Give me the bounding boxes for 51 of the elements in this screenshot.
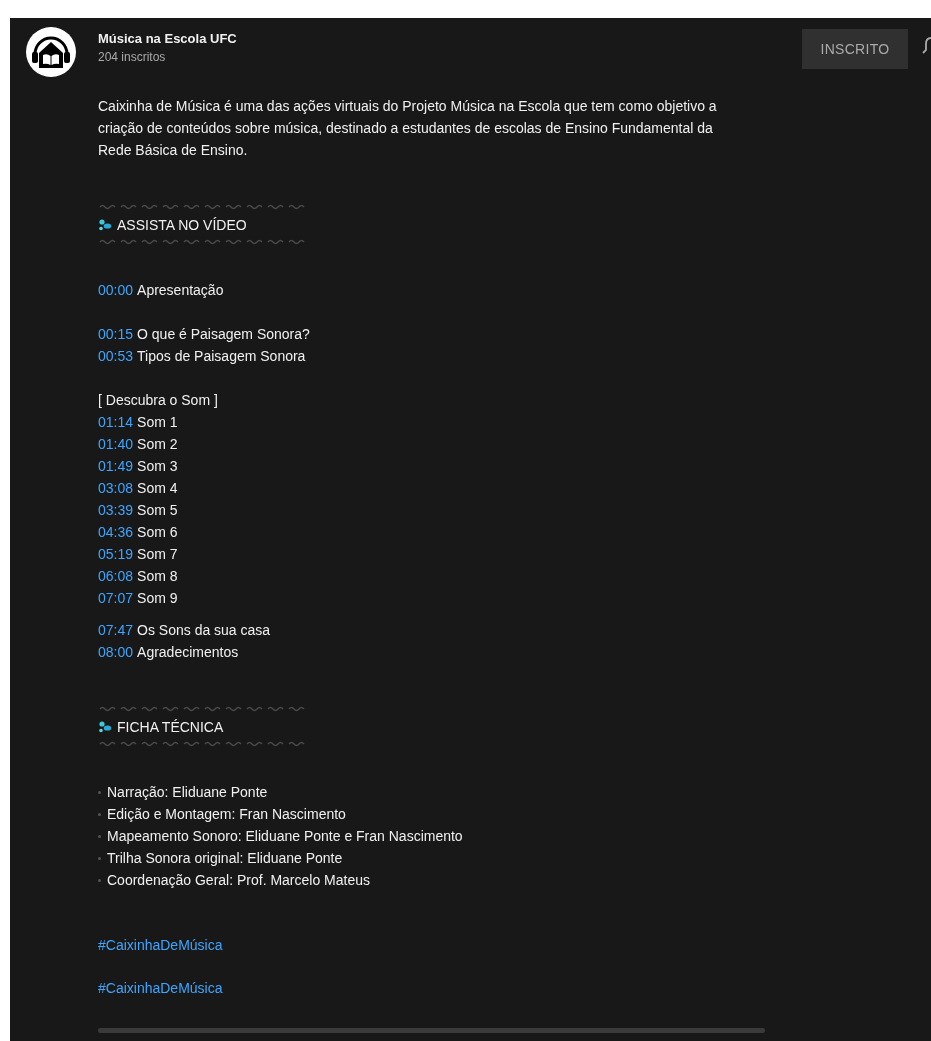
section-heading: FICHA TÉCNICA	[117, 717, 224, 737]
bullet-icon	[98, 834, 101, 838]
section-heading: ASSISTA NO VÍDEO	[117, 215, 247, 235]
chapter-title: Apresentação	[137, 281, 224, 300]
bullet-icon	[98, 878, 101, 882]
channel-avatar[interactable]	[25, 26, 77, 78]
credit-line: Mapeamento Sonoro: Eliduane Ponte e Fran Nascimento	[107, 827, 463, 846]
bullet-icon	[98, 790, 101, 794]
timestamp-link[interactable]: 07:47	[98, 619, 134, 641]
timestamp-link[interactable]: 08:00	[98, 641, 134, 663]
hashtag-link[interactable]: #CaixinhaDeMúsica	[98, 977, 223, 999]
credit-line: Narração: Eliduane Ponte	[107, 783, 268, 802]
chapter-title: Som 5	[137, 501, 178, 520]
section-label: [ Descubra o Som ]	[98, 391, 218, 410]
timestamp-link[interactable]: 06:08	[98, 565, 134, 587]
hashtag-link[interactable]: #CaixinhaDeMúsica	[98, 934, 223, 956]
chapter-title: Agradecimentos	[137, 643, 239, 662]
timestamp-link[interactable]: 00:15	[98, 323, 134, 345]
chapter-title: Som 8	[137, 567, 178, 586]
chapter-title: Tipos de Paisagem Sonora	[137, 347, 306, 366]
droplets-icon	[98, 720, 112, 733]
droplets-icon	[98, 218, 112, 231]
timestamp-link[interactable]: 01:40	[98, 433, 134, 455]
credit-line: Coordenação Geral: Prof. Marcelo Mateus	[107, 871, 370, 890]
bell-icon[interactable]	[922, 35, 931, 55]
subscribe-button[interactable]: INSCRITO	[802, 29, 908, 69]
credit-line: Trilha Sonora original: Eliduane Ponte	[107, 849, 343, 868]
subscriber-count: 204 inscritos	[98, 49, 167, 66]
chapter-title: Som 7	[137, 545, 178, 564]
chapter-title: O que é Paisagem Sonora?	[137, 325, 310, 344]
timestamp-link[interactable]: 03:08	[98, 477, 134, 499]
timestamp-link[interactable]: 07:07	[98, 587, 134, 609]
bullet-icon	[98, 856, 101, 860]
description-text: Caixinha de Música é uma das ações virtuais do Projeto Música na Escola que tem como objetivo a criação de conteúdos sobre música, destinado a estudantes de escolas de Ensino Fundamental da Rede Básica de Ensino.	[98, 97, 718, 160]
timestamp-link[interactable]: 04:36	[98, 521, 134, 543]
chapter-title: Som 9	[137, 589, 178, 608]
timestamp-link[interactable]: 01:49	[98, 455, 134, 477]
timestamp-link[interactable]: 00:00	[98, 279, 134, 301]
chapter-title: Som 1	[137, 413, 178, 432]
chapter-title: Som 2	[137, 435, 178, 454]
channel-name[interactable]: Música na Escola UFC	[98, 30, 802, 48]
chapter-title: Som 6	[137, 523, 178, 542]
chapter-title: Os Sons da sua casa	[137, 621, 271, 640]
timestamp-link[interactable]: 00:53	[98, 345, 134, 367]
chapter-title: Som 3	[137, 457, 178, 476]
chapter-title: Som 4	[137, 479, 178, 498]
timestamp-link[interactable]: 03:39	[98, 499, 134, 521]
timestamp-link[interactable]: 01:14	[98, 411, 134, 433]
bullet-icon	[98, 812, 101, 816]
timestamp-link[interactable]: 05:19	[98, 543, 134, 565]
credit-line: Edição e Montagem: Fran Nascimento	[107, 805, 346, 824]
